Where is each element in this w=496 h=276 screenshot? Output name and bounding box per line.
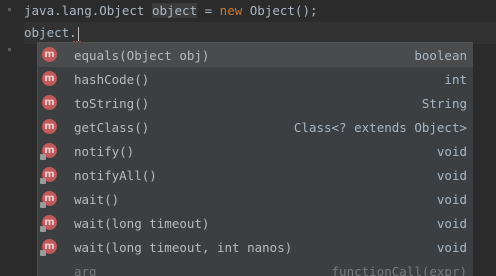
code-line-2[interactable]: object. <box>24 22 496 44</box>
code-token-constructor: Object(); <box>242 3 317 18</box>
method-icon: m <box>42 167 57 182</box>
editor-scrollbar[interactable] <box>488 44 496 275</box>
method-icon: m <box>42 191 57 206</box>
completion-item-type: void <box>437 168 467 183</box>
completion-item[interactable]: m notify() void <box>38 139 473 163</box>
completion-item-type: void <box>437 216 467 231</box>
completion-item-label: notifyAll() <box>74 168 157 183</box>
completion-item-label: wait(long timeout) <box>74 216 209 231</box>
method-icon: m <box>42 47 57 62</box>
fold-marker-icon <box>8 48 11 51</box>
completion-item-label: arg <box>74 264 97 276</box>
completion-item-label: equals(Object obj) <box>74 48 209 63</box>
completion-item-type: void <box>437 192 467 207</box>
method-icon: m <box>42 95 57 110</box>
completion-item[interactable]: m getClass() Class<? extends Object> <box>38 115 473 139</box>
completion-item-label: toString() <box>74 96 149 111</box>
completion-item[interactable]: m equals(Object obj) boolean <box>38 43 473 67</box>
completion-item-type: void <box>437 240 467 255</box>
completion-item[interactable]: m toString() String <box>38 91 473 115</box>
completion-item[interactable]: m wait() void <box>38 187 473 211</box>
completion-item-label: hashCode() <box>74 72 149 87</box>
code-editor[interactable]: java.lang.Object object = new Object(); … <box>0 0 496 275</box>
code-token-assign: = <box>197 3 220 18</box>
method-icon: m <box>42 215 57 230</box>
method-icon: m <box>42 71 57 86</box>
fold-marker-icon <box>8 8 11 11</box>
method-icon: m <box>42 143 57 158</box>
method-icon: m <box>42 119 57 134</box>
code-line-1[interactable]: java.lang.Object object = new Object(); <box>24 0 318 22</box>
completion-item[interactable]: m notifyAll() void <box>38 163 473 187</box>
code-token-type: java.lang.Object <box>24 3 152 18</box>
code-token-expression: object. <box>24 25 77 40</box>
completion-item[interactable]: m wait(long timeout, int nanos) void <box>38 235 473 259</box>
completion-item-label: wait(long timeout, int nanos) <box>74 240 292 255</box>
completion-item-label: wait() <box>74 192 119 207</box>
completion-popup[interactable]: m equals(Object obj) boolean m hashCode(… <box>37 42 473 276</box>
method-icon: m <box>42 239 57 254</box>
completion-item-type: void <box>437 144 467 159</box>
completion-item[interactable]: m wait(long timeout) void <box>38 211 473 235</box>
completion-item-label: notify() <box>74 144 134 159</box>
completion-item-type: int <box>444 72 467 87</box>
completion-item-label: getClass() <box>74 120 149 135</box>
editor-gutter <box>0 0 14 275</box>
code-token-variable: object <box>152 3 197 18</box>
completion-item-type: boolean <box>414 48 467 63</box>
completion-item-postfix[interactable]: arg functionCall(expr) <box>38 259 473 276</box>
completion-item-type: functionCall(expr) <box>332 264 467 276</box>
completion-item-type: Class<? extends Object> <box>294 120 467 135</box>
completion-item[interactable]: m hashCode() int <box>38 67 473 91</box>
code-token-keyword: new <box>220 3 243 18</box>
completion-item-type: String <box>422 96 467 111</box>
